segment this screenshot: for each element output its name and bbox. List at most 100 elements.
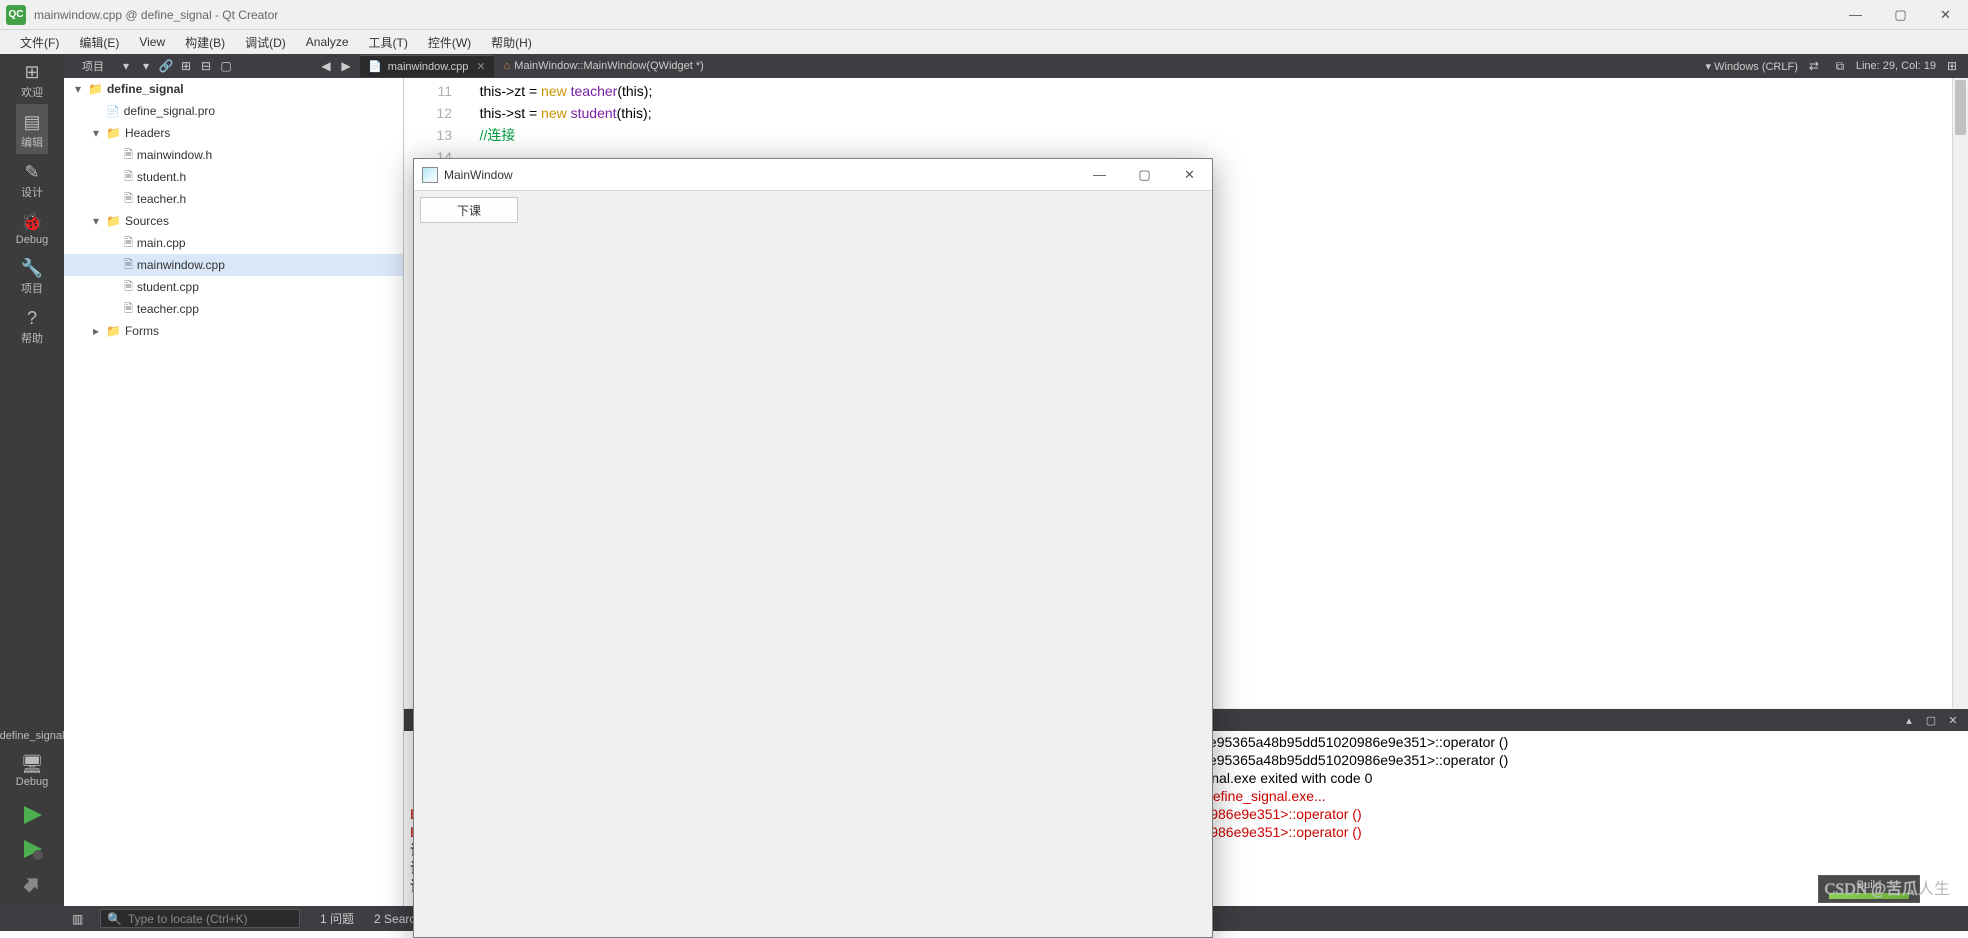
tree-item-label: mainwindow.h xyxy=(137,148,212,162)
app-minimize-button[interactable]: — xyxy=(1077,159,1122,191)
mode-设计[interactable]: ✎设计 xyxy=(16,154,48,204)
source-file-icon: 🗎 xyxy=(124,278,133,297)
tree-item[interactable]: 🗎 student.cpp xyxy=(64,276,403,298)
file-tab-name: mainwindow.cpp xyxy=(388,61,469,73)
mode-帮助[interactable]: ?帮助 xyxy=(16,300,48,350)
run-button[interactable] xyxy=(20,804,44,826)
tree-twisty-icon[interactable]: ▾ xyxy=(90,126,102,140)
menu-item[interactable]: 编辑(E) xyxy=(71,32,127,53)
app-window-titlebar[interactable]: MainWindow — ▢ ✕ xyxy=(414,159,1212,191)
breadcrumb-icon: ⌂ xyxy=(504,60,511,72)
tree-item-label: define_signal xyxy=(107,82,184,96)
tree-item[interactable]: ▸ 📁 Forms xyxy=(64,320,403,342)
build-button[interactable] xyxy=(20,872,44,894)
window-minimize-button[interactable]: — xyxy=(1833,0,1878,30)
encoding-selector[interactable]: ▾ Windows (CRLF) xyxy=(1706,60,1798,73)
tree-item[interactable]: 🗎student.h xyxy=(64,166,403,188)
mode-项目[interactable]: 🔧项目 xyxy=(16,250,48,300)
toolbar-icon[interactable]: ▢ xyxy=(217,57,235,75)
folder-icon: 📁 xyxy=(106,324,121,338)
window-close-button[interactable]: ✕ xyxy=(1923,0,1968,30)
split-button[interactable]: ⊞ xyxy=(1943,57,1961,75)
watermark-text: CSDN @苦瓜人生 xyxy=(1825,875,1950,899)
source-file-icon: 🗎 xyxy=(124,234,133,253)
mode-欢迎[interactable]: ⊞欢迎 xyxy=(16,54,48,104)
file-icon: 📄 xyxy=(368,60,382,73)
tree-item-label: mainwindow.cpp xyxy=(137,258,225,272)
window-maximize-button[interactable]: ▢ xyxy=(1878,0,1923,30)
mode-icon: ▤ xyxy=(22,112,42,132)
running-app-window[interactable]: MainWindow — ▢ ✕ 下课 xyxy=(413,158,1213,938)
tree-item[interactable]: 🗎 mainwindow.h xyxy=(64,144,403,166)
run-target-project[interactable]: define_signal xyxy=(0,726,66,746)
locator-input[interactable]: 🔍 Type to locate (Ctrl+K) xyxy=(100,909,300,928)
tree-twisty-icon[interactable]: ▸ xyxy=(90,324,102,338)
app-window-title: MainWindow xyxy=(444,168,513,182)
output-header-button[interactable]: ▴ xyxy=(1900,712,1918,728)
menu-bar: 文件(F)编辑(E)View构建(B)调试(D)Analyze工具(T)控件(W… xyxy=(0,30,1968,54)
output-header-button[interactable]: ✕ xyxy=(1944,712,1962,728)
mode-Debug[interactable]: 🐞Debug xyxy=(16,204,48,250)
tree-item[interactable]: 🗎 mainwindow.cpp xyxy=(64,254,403,276)
file-icon: 📄 xyxy=(106,105,120,118)
project-tree[interactable]: ▾📁define_signal📄define_signal.pro▾📁Heade… xyxy=(64,78,404,906)
debug-run-button[interactable] xyxy=(20,838,44,860)
mode-label: 欢迎 xyxy=(21,84,43,100)
app-maximize-button[interactable]: ▢ xyxy=(1122,159,1167,191)
toolbar-icon[interactable]: ▾ xyxy=(137,57,155,75)
editor-file-tab[interactable]: 📄 mainwindow.cpp ✕ xyxy=(360,55,494,77)
mode-编辑[interactable]: ▤ 编辑 xyxy=(16,104,48,154)
search-icon: 🔍 xyxy=(107,912,122,926)
class-over-button[interactable]: 下课 xyxy=(420,197,518,223)
menu-item[interactable]: View xyxy=(131,33,173,51)
tree-item-label: main.cpp xyxy=(137,236,186,250)
output-tab[interactable]: 1 问题 xyxy=(310,906,364,931)
cursor-position-label: Line: 29, Col: 19 xyxy=(1856,60,1936,72)
toolbar-icon[interactable]: ⊟ xyxy=(197,57,215,75)
file-tab-close-icon[interactable]: ✕ xyxy=(476,60,485,73)
menu-item[interactable]: 帮助(H) xyxy=(483,32,540,53)
menu-item[interactable]: 构建(B) xyxy=(177,32,233,53)
tree-item-label: student.cpp xyxy=(137,280,199,294)
run-target-kit[interactable]: 🖥 Debug xyxy=(0,746,64,792)
toolbar-icon-2[interactable]: ⧉ xyxy=(1831,57,1849,75)
source-file-icon: 🗎 xyxy=(124,256,133,275)
menu-item[interactable]: 工具(T) xyxy=(361,32,416,53)
menu-item[interactable]: 控件(W) xyxy=(420,32,479,53)
app-close-button[interactable]: ✕ xyxy=(1167,159,1212,191)
menu-item[interactable]: 调试(D) xyxy=(237,32,294,53)
tree-item[interactable]: 📄define_signal.pro xyxy=(64,100,403,122)
source-file-icon: 🗎 xyxy=(124,190,133,209)
sidebar-toggle-icon[interactable]: ▥ xyxy=(72,912,83,926)
mode-label: Debug xyxy=(16,234,48,246)
nav-back-button[interactable]: ◀ xyxy=(317,57,335,75)
tree-twisty-icon[interactable]: ▾ xyxy=(90,214,102,228)
editor-scrollbar[interactable] xyxy=(1952,78,1968,708)
nav-forward-button[interactable]: ▶ xyxy=(337,57,355,75)
tree-twisty-icon[interactable]: ▾ xyxy=(72,82,84,96)
tree-item[interactable]: 🗎teacher.cpp xyxy=(64,298,403,320)
app-logo-icon: QC xyxy=(6,5,26,25)
toolbar-icon[interactable]: ⊞ xyxy=(177,57,195,75)
breadcrumb-text: MainWindow::MainWindow(QWidget *) xyxy=(514,60,704,72)
output-header-button[interactable]: ▢ xyxy=(1922,712,1940,728)
window-title: mainwindow.cpp @ define_signal - Qt Crea… xyxy=(34,8,278,22)
toolbar-icon[interactable]: ▾ xyxy=(117,57,135,75)
tree-item-label: Headers xyxy=(125,126,170,140)
tree-item[interactable]: 🗎 main.cpp xyxy=(64,232,403,254)
mode-label: 编辑 xyxy=(21,134,43,150)
app-window-icon xyxy=(422,167,438,183)
toolbar-icon[interactable]: 🔗 xyxy=(157,57,175,75)
run-kit-label: Debug xyxy=(16,776,48,788)
menu-item[interactable]: Analyze xyxy=(298,33,357,51)
tree-item[interactable]: ▾📁Headers xyxy=(64,122,403,144)
menu-item[interactable]: 文件(F) xyxy=(12,32,67,53)
toolbar-icon-1[interactable]: ⇄ xyxy=(1805,57,1823,75)
tree-item[interactable]: ▾📁define_signal xyxy=(64,78,403,100)
tree-item[interactable]: 🗎teacher.h xyxy=(64,188,403,210)
symbol-breadcrumb[interactable]: ⌂ MainWindow::MainWindow(QWidget *) xyxy=(504,60,704,72)
tree-item-label: Forms xyxy=(125,324,159,338)
source-file-icon: 🗎 xyxy=(124,146,133,165)
tree-item[interactable]: ▾📁Sources xyxy=(64,210,403,232)
scrollbar-thumb[interactable] xyxy=(1955,80,1966,135)
